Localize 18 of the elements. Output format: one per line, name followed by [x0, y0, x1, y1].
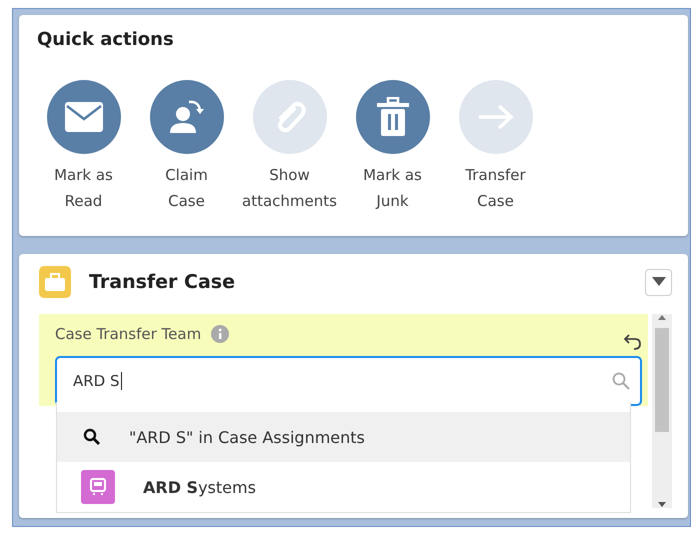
search-icon [83, 428, 101, 446]
suggestion-item[interactable]: "ARD S" in Case Assignments [57, 412, 630, 462]
trash-icon [376, 97, 410, 137]
scroll-up-icon[interactable] [657, 314, 667, 322]
briefcase-icon [39, 266, 71, 298]
search-icon [612, 372, 630, 390]
info-icon [211, 325, 230, 343]
undo-icon[interactable] [624, 332, 642, 350]
panel-title: Transfer Case [89, 271, 236, 293]
scrollbar[interactable] [652, 314, 672, 508]
search-field[interactable]: ARD S [55, 356, 642, 406]
envelope-icon [64, 101, 104, 133]
scroll-down-icon[interactable] [657, 500, 667, 508]
caret-down-icon [652, 277, 666, 287]
dropdown-menu-button[interactable] [645, 268, 672, 296]
card-title: Quick actions [37, 29, 175, 50]
record-icon [81, 470, 115, 504]
field-label: Case Transfer Team [55, 325, 202, 343]
